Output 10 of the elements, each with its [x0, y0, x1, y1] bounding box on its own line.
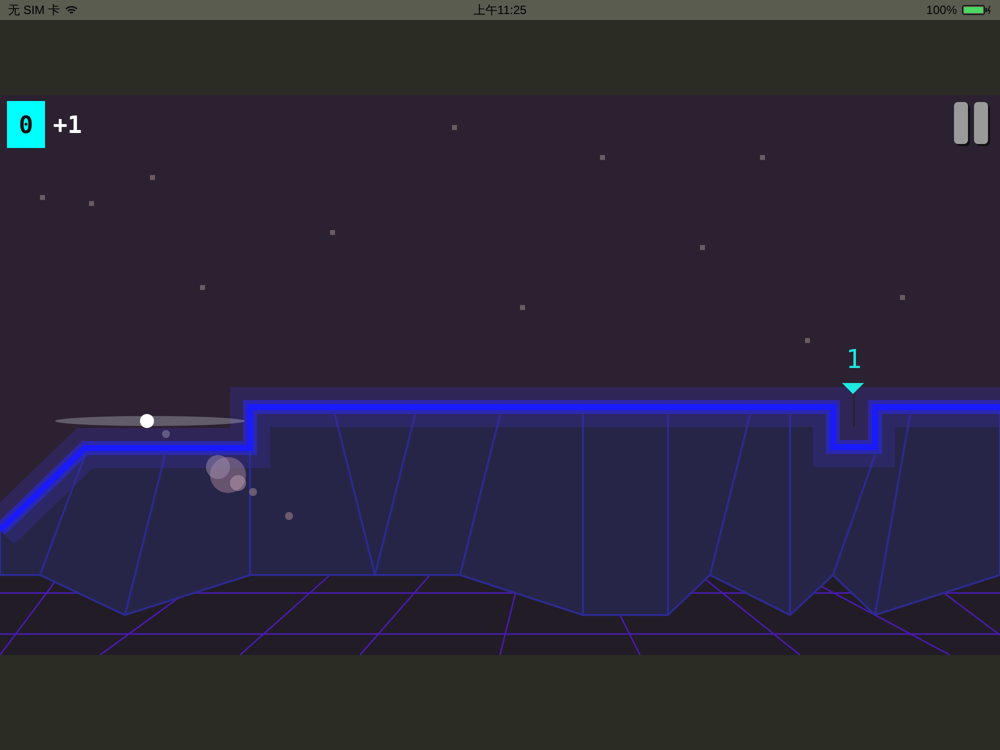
battery-label: 100%: [926, 3, 957, 17]
wifi-icon: [65, 5, 78, 15]
score-counter: 0: [7, 101, 45, 148]
pause-button[interactable]: [954, 102, 988, 144]
carrier-label: 无 SIM 卡: [8, 2, 60, 18]
down-triangle-icon: [842, 383, 864, 394]
clock-label: 上午11:25: [473, 2, 527, 18]
bonus-label: +1: [53, 110, 82, 138]
marker-label: 1: [846, 345, 862, 375]
battery-icon: [962, 5, 992, 15]
